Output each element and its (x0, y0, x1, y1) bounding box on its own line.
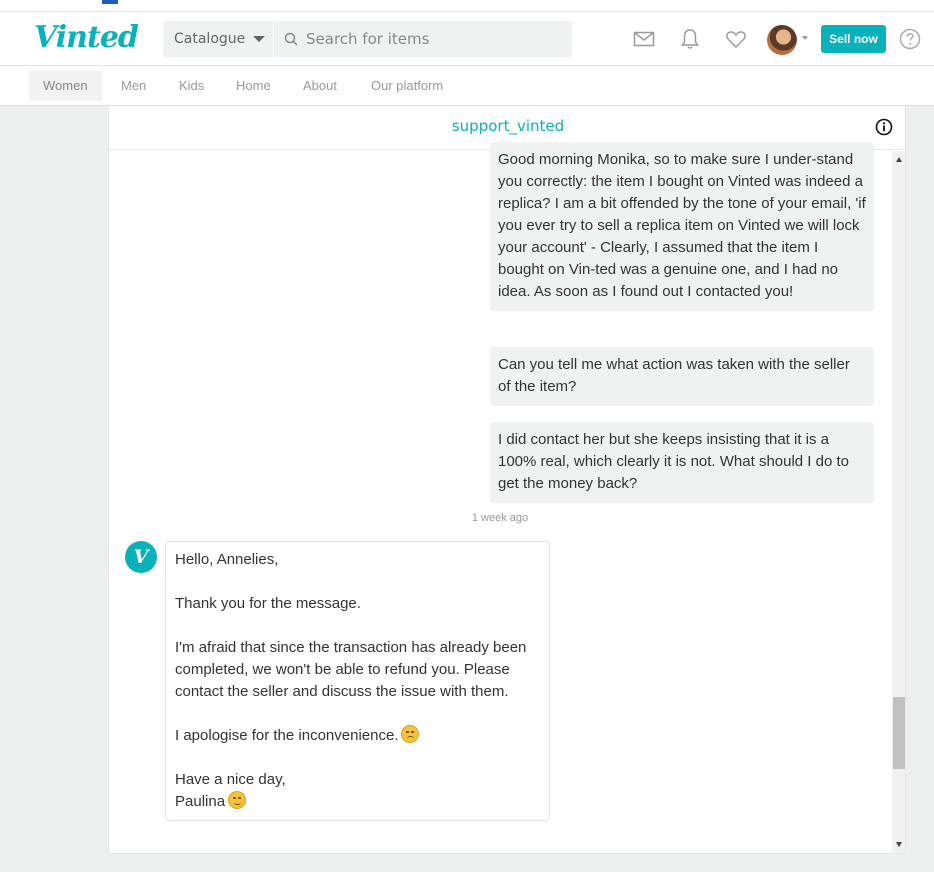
mail-icon[interactable] (632, 27, 656, 51)
catalogue-label: Catalogue (174, 31, 246, 47)
category-nav: Women Men Kids Home About Our platform (0, 66, 934, 106)
disappointed-face-icon (401, 725, 420, 743)
message-closing: Have a nice day, (175, 771, 286, 788)
message-greeting: Hello, Annelies, (175, 551, 279, 568)
nav-item-women[interactable]: Women (29, 71, 102, 101)
browser-top-strip (0, 0, 934, 12)
support-avatar-letter: V (133, 546, 149, 568)
scroll-down-icon[interactable] (896, 842, 902, 847)
message-list: Good morning Monika, so to make sure I u… (109, 142, 905, 853)
smiling-face-icon (228, 791, 247, 809)
message-signature: Paulina (175, 793, 226, 810)
message-apology: I apologise for the inconvenience. (175, 727, 399, 744)
message-timestamp: 1 week ago (471, 512, 529, 524)
bell-icon[interactable] (678, 27, 702, 51)
scrollbar-thumb[interactable] (893, 697, 905, 769)
message-thanks: Thank you for the message. (175, 595, 361, 612)
heart-icon[interactable] (724, 27, 748, 51)
browser-tab-icon (102, 0, 118, 4)
nav-item-men[interactable]: Men (107, 71, 160, 101)
outgoing-message: Can you tell me what action was taken wi… (490, 347, 874, 406)
search-input[interactable] (306, 30, 566, 48)
message-scrollbar[interactable] (892, 151, 905, 853)
outgoing-message: Good morning Monika, so to make sure I u… (490, 142, 874, 311)
search-icon (284, 32, 298, 46)
nav-item-home[interactable]: Home (222, 71, 285, 101)
nav-item-our-platform[interactable]: Our platform (357, 71, 457, 101)
sell-now-button[interactable]: Sell now (821, 25, 886, 53)
info-icon[interactable] (875, 118, 893, 136)
vinted-logo[interactable]: Vinted (34, 20, 139, 55)
nav-item-about[interactable]: About (289, 71, 351, 101)
user-avatar[interactable] (767, 25, 797, 55)
outgoing-message: I did contact her but she keeps insistin… (490, 422, 874, 503)
message-body: I'm afraid that since the transaction ha… (175, 639, 531, 700)
help-icon[interactable] (898, 27, 922, 51)
scroll-up-icon[interactable] (896, 157, 902, 162)
support-avatar: V (125, 541, 157, 573)
catalogue-dropdown[interactable]: Catalogue (163, 21, 273, 57)
nav-item-kids[interactable]: Kids (165, 71, 218, 101)
incoming-message: Hello, Annelies, Thank you for the messa… (165, 541, 550, 821)
conversation-title[interactable]: support_vinted (109, 117, 905, 135)
search-bar[interactable] (274, 21, 572, 57)
chevron-down-icon[interactable] (802, 36, 808, 40)
conversation-panel: support_vinted Good morning Monika, so t… (108, 106, 906, 854)
chevron-down-icon (253, 36, 266, 42)
site-header: Vinted Catalogue Sell now (0, 12, 934, 66)
